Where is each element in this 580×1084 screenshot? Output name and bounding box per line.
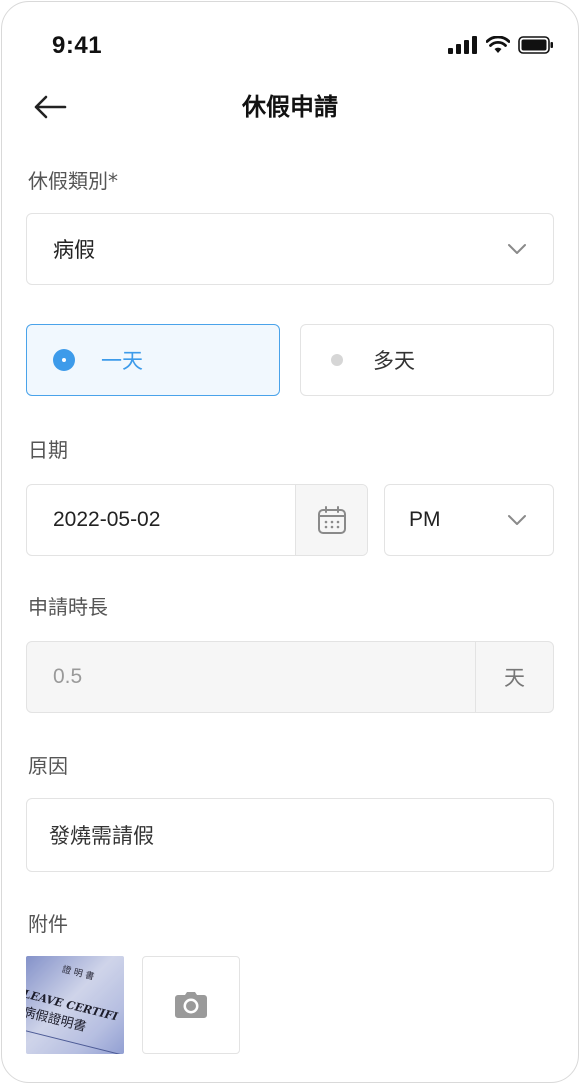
status-time: 9:41 [52,32,103,59]
calendar-button[interactable] [295,485,367,555]
length-unit: 天 [475,642,553,712]
wifi-icon [486,36,510,53]
calendar-icon [317,506,346,534]
period-select[interactable]: PM [384,484,554,556]
length-value: 0.5 [53,665,83,688]
length-field: 0.5 天 [26,641,554,713]
signal-icon [448,36,477,54]
status-icons [448,36,554,54]
radio-unselected [331,354,343,366]
phone-frame: 9:41 休假申請 休假類別* 病假 一天 多天 日期 2022-05-02 P… [1,1,579,1083]
option-multi-day-label: 多天 [373,349,415,373]
reason-label: 原因 [28,754,68,778]
leave-type-select[interactable]: 病假 [26,213,554,285]
date-label: 日期 [28,438,68,462]
chevron-down-icon [508,244,526,254]
length-label: 申請時長 [28,595,108,619]
leave-type-value: 病假 [53,238,95,262]
date-value: 2022-05-02 [53,508,161,531]
leave-certificate-image: 證 明 書 LEAVE CERTIFI 病假證明書 [26,956,124,1054]
page-title: 休假申請 [242,93,338,121]
reason-input[interactable]: 發燒需請假 [26,798,554,872]
radio-selected [53,349,75,371]
option-one-day[interactable]: 一天 [26,324,280,396]
date-field[interactable]: 2022-05-02 [26,484,368,556]
camera-icon [175,992,207,1018]
chevron-down-icon [508,515,526,525]
period-value: PM [409,508,441,531]
option-multi-day[interactable]: 多天 [300,324,554,396]
battery-icon [518,36,553,54]
leave-type-label: 休假類別* [28,169,118,193]
attachments-label: 附件 [28,912,68,936]
attachment-thumbnail[interactable]: 證 明 書 LEAVE CERTIFI 病假證明書 [26,956,124,1054]
add-photo-button[interactable] [142,956,240,1054]
option-one-day-label: 一天 [101,349,143,373]
